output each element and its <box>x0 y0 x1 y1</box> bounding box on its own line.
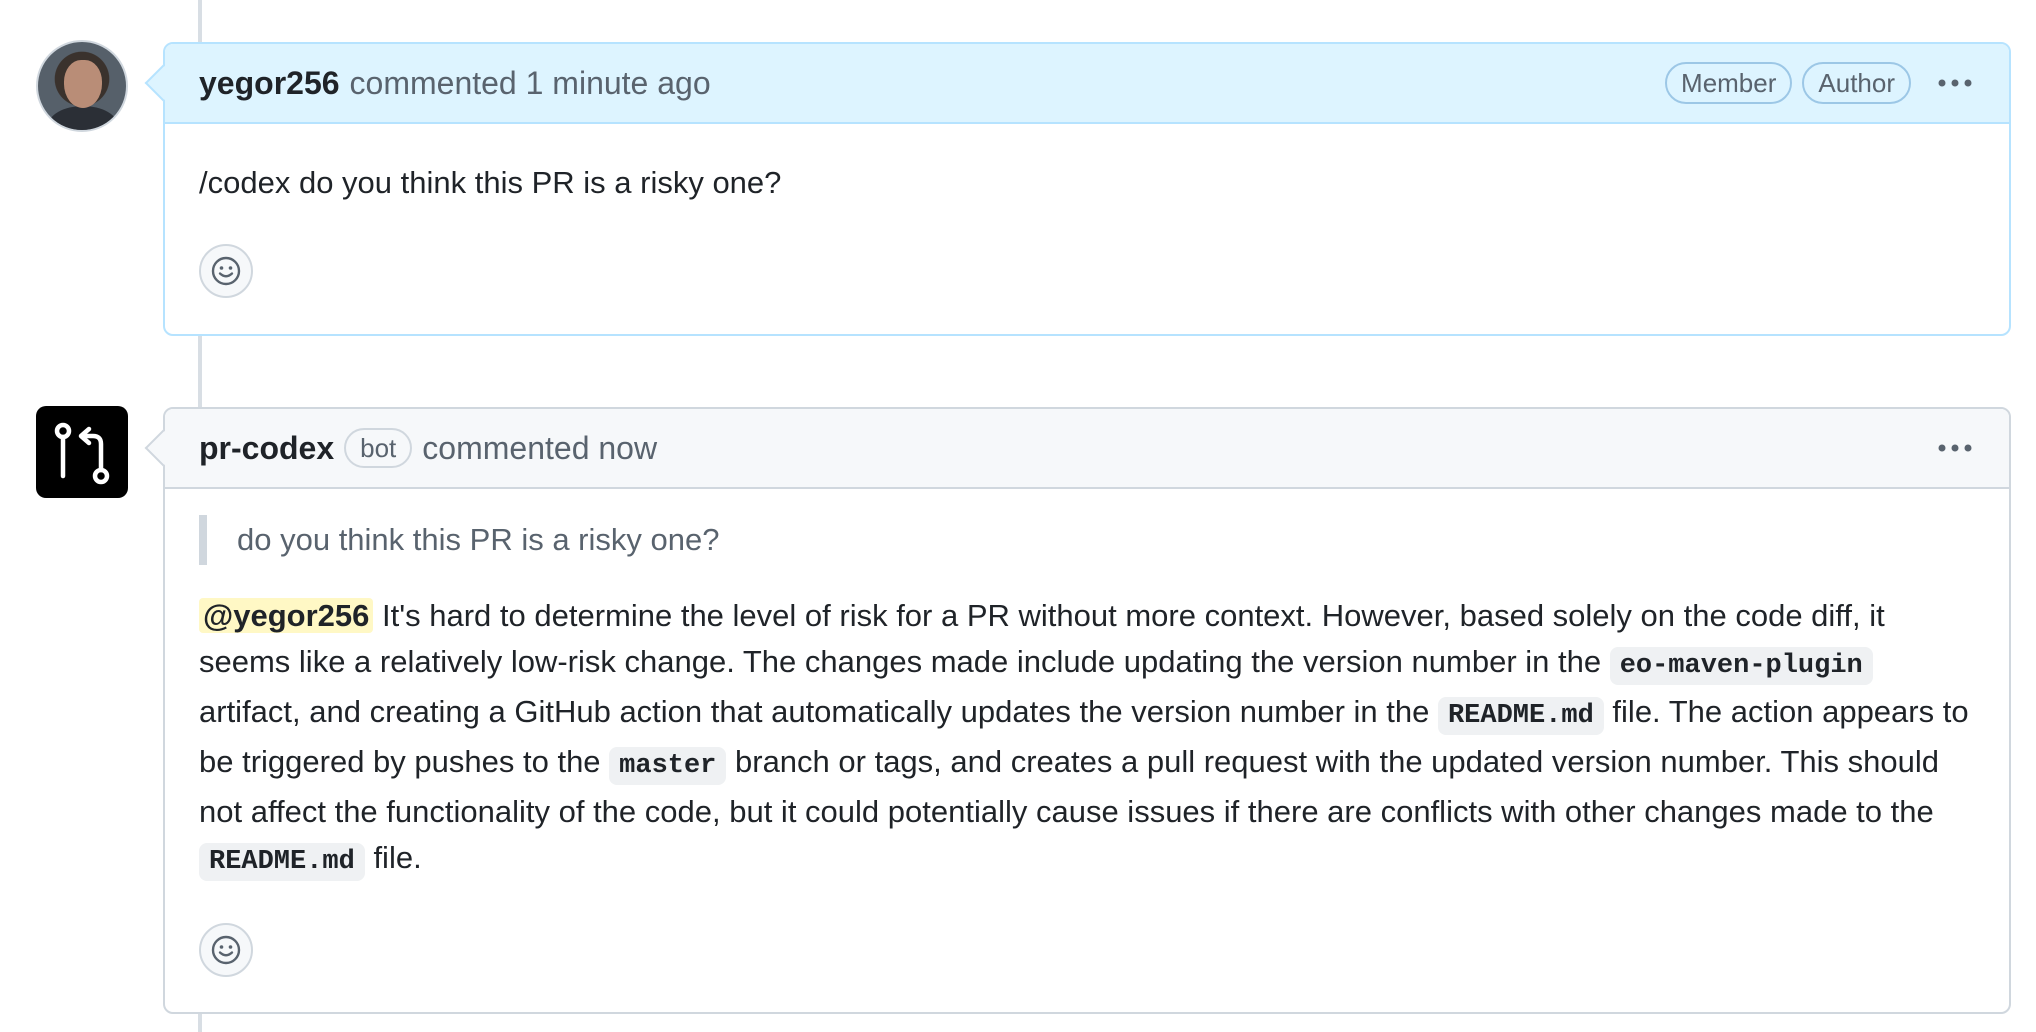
author-label: Author <box>1802 62 1911 104</box>
add-reaction-button[interactable] <box>199 923 253 977</box>
inline-code-artifact: eo-maven-plugin <box>1609 647 1873 685</box>
avatar-pr-codex[interactable] <box>36 406 128 498</box>
comment-body: do you think this PR is a risky one? @ye… <box>165 515 2009 885</box>
comment-author[interactable]: yegor256 <box>199 65 340 102</box>
blockquote: do you think this PR is a risky one? <box>199 515 1975 565</box>
comment-time[interactable]: 1 minute ago <box>526 65 711 101</box>
comment-header: yegor256 commented 1 minute ago Member A… <box>165 44 2009 124</box>
comment-body: /codex do you think this PR is a risky o… <box>165 160 2009 206</box>
git-pull-request-icon <box>54 422 110 485</box>
user-mention[interactable]: @yegor256 <box>199 598 374 633</box>
comment-text: @yegor256 It's hard to determine the lev… <box>199 593 1975 885</box>
avatar-shirt <box>48 106 118 130</box>
inline-code-readme: README.md <box>199 843 365 881</box>
bot-badge: bot <box>344 428 413 468</box>
inline-code-branch: master <box>609 747 727 785</box>
kebab-horizontal-icon[interactable] <box>1935 428 1975 468</box>
avatar-yegor256[interactable] <box>36 40 128 132</box>
comment-meta: commented 1 minute ago <box>350 65 711 102</box>
comment-action: commented <box>349 64 517 101</box>
comment-meta: commented now <box>422 430 657 467</box>
body-text-5: file. <box>364 840 422 875</box>
comment-pr-codex: pr-codex bot commented now do you think … <box>144 407 2011 1014</box>
comment-time[interactable]: now <box>598 430 657 466</box>
timeline-line-middle <box>198 336 202 407</box>
kebab-horizontal-icon[interactable] <box>1935 63 1975 103</box>
timeline-line-bottom <box>198 1014 202 1032</box>
smiley-icon <box>211 256 241 286</box>
inline-code-readme: README.md <box>1437 697 1604 735</box>
comment-text: /codex do you think this PR is a risky o… <box>199 165 782 200</box>
comment-yegor256: yegor256 commented 1 minute ago Member A… <box>144 42 2011 336</box>
body-text-2: artifact, and creating a GitHub action t… <box>199 694 1438 729</box>
comment-header: pr-codex bot commented now <box>165 409 2009 489</box>
timeline-line-top <box>198 0 202 42</box>
smiley-icon <box>211 935 241 965</box>
comment-author[interactable]: pr-codex <box>199 430 334 467</box>
add-reaction-button[interactable] <box>199 244 253 298</box>
avatar-face <box>64 60 102 108</box>
comment-action: commented <box>422 429 590 466</box>
member-label: Member <box>1665 62 1793 104</box>
